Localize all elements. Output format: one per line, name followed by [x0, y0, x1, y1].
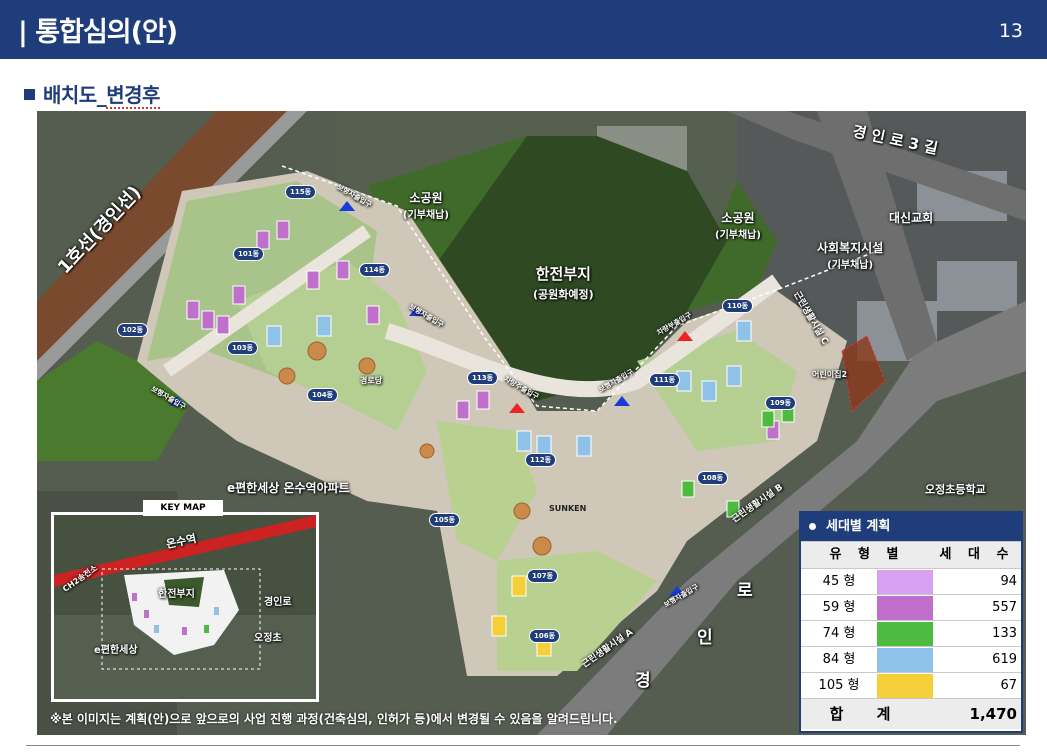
unit-count: 557 [992, 600, 1017, 615]
table-row: 84 형 619 [801, 646, 1021, 673]
park1-label: 소공원 (기부채납) [403, 191, 449, 221]
apt-label: e편한세상 온수역아파트 [227, 481, 350, 495]
total-label: 합 계 [829, 705, 905, 723]
building-113: 113동 [467, 371, 499, 385]
building-112: 112동 [525, 453, 557, 467]
community-label: 경로당 [360, 376, 383, 385]
building-107: 107동 [527, 569, 559, 583]
road-kyungin-char-2: 인 [697, 628, 713, 648]
unit-count: 94 [1000, 574, 1017, 589]
bullet-dot-icon [809, 523, 816, 530]
col-count-header: 세 대 수 [939, 547, 1015, 562]
footer-divider [26, 745, 1020, 746]
unit-type: 59 형 [822, 600, 856, 615]
kepco-site-label: 한전부지 (공원화예정) [533, 265, 594, 301]
notice-text: ※본 이미지는 계획(안)으로 앞으로의 사업 진행 과정(건축심의, 인허가 … [50, 712, 618, 726]
unit-count: 619 [992, 652, 1017, 667]
unit-table-header-row: 유 형 별 세 대 수 [801, 541, 1021, 568]
keymap-title: KEY MAP [143, 500, 223, 516]
page-number: 13 [998, 20, 1023, 42]
table-row: 105 형 67 [801, 672, 1021, 699]
keymap-kyungin-label: 경인로 [264, 597, 292, 608]
unit-type: 105 형 [818, 678, 860, 693]
table-row: 45 형 94 [801, 568, 1021, 595]
keymap-ochang-label: 오정초 [254, 633, 282, 644]
building-106: 106동 [529, 629, 561, 643]
nursery-label: 어린이집2 [812, 370, 848, 379]
building-114: 114동 [359, 263, 391, 277]
table-row: 74 형 133 [801, 620, 1021, 647]
sunken-label: SUNKEN [549, 504, 587, 513]
building-110: 110동 [722, 299, 754, 313]
color-swatch [877, 674, 933, 698]
road-kyungin-char-3: 로 [737, 581, 753, 601]
elementary-label: 오정초등학교 [925, 483, 986, 496]
building-105: 105동 [429, 513, 461, 527]
table-row: 59 형 557 [801, 594, 1021, 621]
color-swatch [877, 648, 933, 672]
building-104: 104동 [307, 388, 339, 402]
unit-count: 67 [1000, 678, 1017, 693]
park2-label: 소공원 (기부채납) [715, 211, 761, 241]
unit-table-total-row: 합 계 1,470 [801, 698, 1021, 729]
header-bar: | 통합심의(안) 13 [0, 0, 1047, 59]
unit-type: 84 형 [822, 652, 856, 667]
color-swatch [877, 622, 933, 646]
building-101: 101동 [233, 247, 265, 261]
total-count: 1,470 [969, 705, 1017, 723]
building-108: 108동 [697, 471, 729, 485]
col-type-header: 유 형 별 [829, 547, 905, 562]
unit-table-title: 세대별 계획 [801, 513, 1021, 541]
unit-count: 133 [992, 626, 1017, 641]
building-103: 103동 [227, 341, 259, 355]
road-kyungin-char-1: 경 [635, 671, 651, 691]
unit-type: 45 형 [822, 574, 856, 589]
building-111: 111동 [649, 373, 681, 387]
bullet-square-icon [24, 89, 35, 100]
unit-plan-table: 세대별 계획 유 형 별 세 대 수 45 형 94 59 형 557 74 형… [799, 511, 1023, 733]
color-swatch [877, 570, 933, 594]
church-label: 대신교회 [889, 211, 934, 225]
unit-type: 74 형 [822, 626, 856, 641]
building-102: 102동 [117, 323, 149, 337]
keymap-apt-label: e편한세상 [94, 645, 138, 656]
building-115: 115동 [285, 185, 317, 199]
key-map: 온수역 CH2송전소 한전부지 경인로 오정초 e편한세상 [51, 512, 319, 702]
keymap-site-label: 한전부지 [158, 589, 195, 600]
building-109: 109동 [765, 396, 797, 410]
color-swatch [877, 596, 933, 620]
welfare-label: 사회복지시설 (기부채납) [817, 241, 884, 271]
page-title: | 통합심의(안) [18, 17, 178, 48]
section-title: 배치도_변경후 [24, 79, 160, 109]
